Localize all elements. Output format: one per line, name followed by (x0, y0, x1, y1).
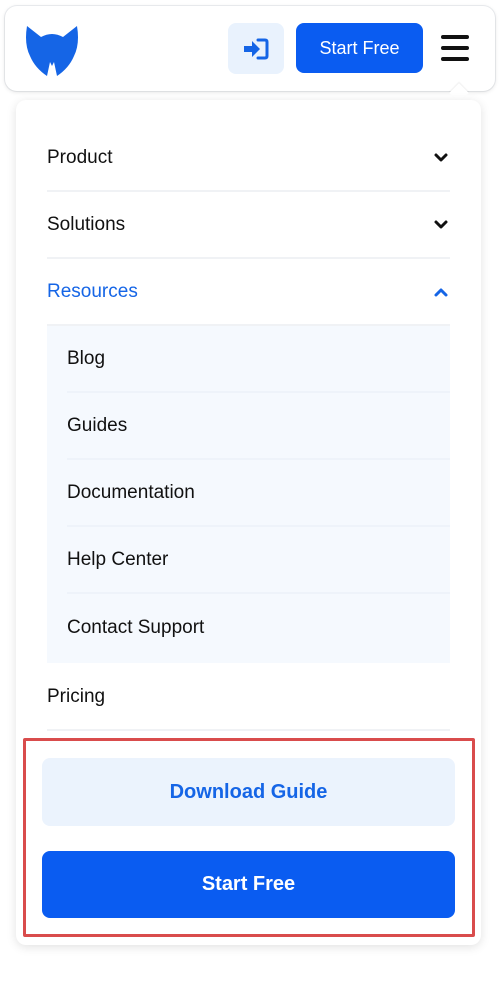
login-button[interactable] (228, 23, 284, 74)
cta-highlight-box: Download Guide Start Free (23, 738, 475, 937)
submenu-item-label: Contact Support (67, 616, 205, 638)
submenu-item-label: Documentation (67, 481, 195, 503)
nav-item-solutions[interactable]: Solutions (47, 192, 450, 259)
chevron-down-icon (434, 220, 448, 228)
submenu-item-label: Help Center (67, 548, 169, 570)
submenu-item-blog[interactable]: Blog (67, 326, 450, 393)
resources-submenu: Blog Guides Documentation Help Center Co… (47, 326, 450, 663)
nav-item-label: Pricing (47, 685, 106, 707)
submenu-item-help-center[interactable]: Help Center (67, 527, 450, 594)
hamburger-menu-icon[interactable] (441, 35, 469, 61)
chevron-up-icon (434, 288, 448, 296)
hamburger-line (441, 35, 469, 39)
nav-item-label: Resources (47, 280, 138, 302)
nav-item-product[interactable]: Product (47, 125, 450, 192)
fox-logo-icon[interactable] (25, 24, 79, 80)
submenu-item-contact-support[interactable]: Contact Support (67, 594, 450, 661)
submenu-item-guides[interactable]: Guides (67, 393, 450, 460)
site-header: Start Free (5, 6, 495, 91)
hamburger-line (441, 57, 469, 61)
nav-item-label: Solutions (47, 213, 126, 235)
nav-item-label: Product (47, 146, 113, 168)
start-free-header-button[interactable]: Start Free (296, 23, 423, 73)
submenu-item-label: Blog (67, 347, 106, 369)
hamburger-line (441, 46, 469, 50)
download-guide-button[interactable]: Download Guide (42, 758, 455, 826)
submenu-item-documentation[interactable]: Documentation (67, 460, 450, 527)
nav-item-resources[interactable]: Resources (47, 259, 450, 326)
submenu-item-label: Guides (67, 414, 128, 436)
mobile-menu-panel: Product Solutions Resources Blog Guides … (16, 100, 481, 945)
start-free-button[interactable]: Start Free (42, 851, 455, 918)
sign-in-icon (244, 38, 269, 59)
chevron-down-icon (434, 153, 448, 161)
nav-item-pricing[interactable]: Pricing (47, 664, 450, 731)
